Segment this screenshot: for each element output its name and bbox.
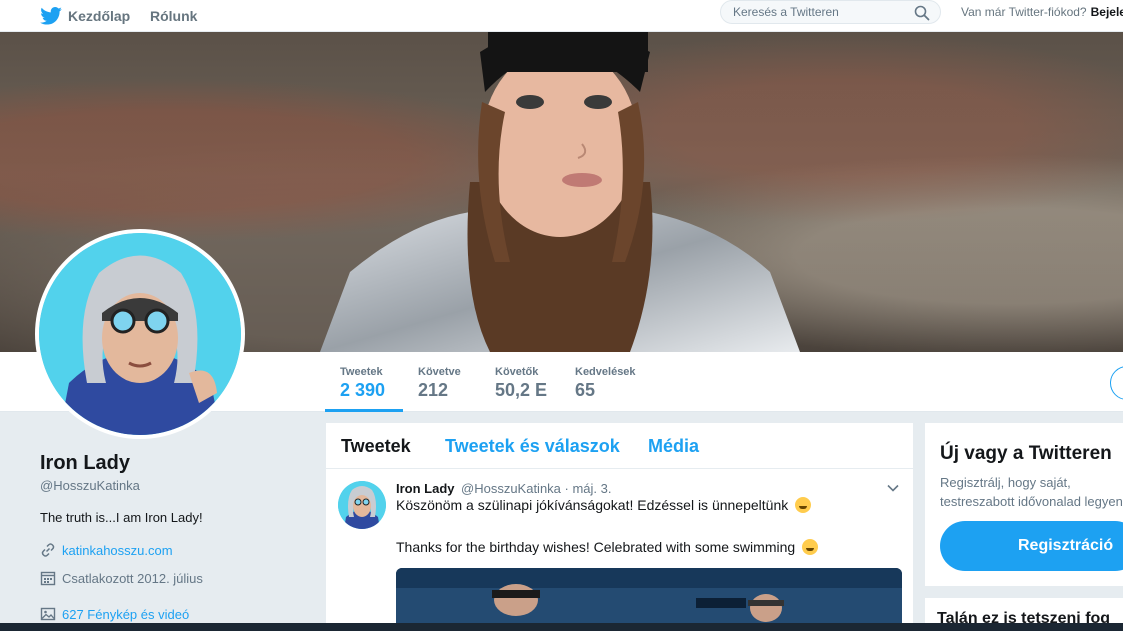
profile-bio: The truth is...I am Iron Lady! <box>40 510 203 525</box>
nav-home-label: Kezdőlap <box>68 8 131 24</box>
stat-followers[interactable]: Követők 50,2 E <box>495 352 547 412</box>
tweet-text-hu: Köszönöm a szülinapi jókívánságokat! Edz… <box>396 497 812 513</box>
link-icon <box>41 543 55 557</box>
login-prompt: Van már Twitter-fiókod? <box>961 5 1087 19</box>
calendar-icon <box>40 571 56 586</box>
nav-home[interactable]: Kezdőlap <box>40 0 130 32</box>
top-navigation-bar: Kezdőlap Rólunk Keresés a Twitteren Van … <box>0 0 1123 32</box>
login-hint: Van már Twitter-fiókod? Bejele <box>961 0 1123 24</box>
stat-following-label: Követve <box>418 366 461 378</box>
nav-about-label: Rólunk <box>150 8 198 24</box>
profile-website-label: katinkahosszu.com <box>62 542 173 558</box>
avatar-illustration <box>39 233 241 435</box>
tweet-avatar[interactable] <box>338 481 386 529</box>
hugging-face-emoji <box>802 539 819 555</box>
twitter-bird-icon <box>40 7 62 25</box>
stat-tweets[interactable]: Tweetek 2 390 <box>325 352 403 412</box>
profile-website[interactable]: katinkahosszu.com <box>40 542 173 558</box>
tweet-media-image[interactable] <box>396 568 902 631</box>
timeline-tabs: Tweetek Tweetek és válaszok Média <box>326 423 913 469</box>
profile-joined: Csatlakozott 2012. július <box>40 570 203 586</box>
signup-title: Új vagy a Twitteren <box>940 443 1112 464</box>
stat-tweets-label: Tweetek <box>340 366 383 378</box>
profile-media-link[interactable]: 627 Fénykép és videó <box>40 606 189 622</box>
profile-avatar[interactable] <box>35 229 245 439</box>
photo-icon <box>40 607 56 621</box>
tweet-author[interactable]: Iron Lady <box>396 481 455 496</box>
stat-likes-value: 65 <box>575 380 596 400</box>
profile-name[interactable]: Iron Lady <box>40 452 130 475</box>
hugging-face-emoji <box>795 497 812 513</box>
signup-card: Új vagy a Twitteren Regisztrálj, hogy sa… <box>925 423 1123 586</box>
profile-joined-label: Csatlakozott 2012. július <box>62 570 203 586</box>
stat-likes[interactable]: Kedvelések 65 <box>575 352 636 412</box>
avatar-image <box>39 233 241 435</box>
stat-likes-label: Kedvelések <box>575 366 636 378</box>
stat-followers-value: 50,2 E <box>495 380 548 400</box>
search-placeholder: Keresés a Twitteren <box>733 5 839 19</box>
profile-media-label: 627 Fénykép és videó <box>62 606 190 622</box>
tab-tweets-and-replies[interactable]: Tweetek és válaszok <box>445 436 620 457</box>
banner-portrait <box>320 32 800 352</box>
chevron-down-icon[interactable] <box>886 481 900 495</box>
signup-description: Regisztrálj, hogy saját, testreszabott i… <box>940 475 1123 509</box>
bottom-strip <box>0 623 1123 631</box>
tab-media[interactable]: Média <box>648 436 699 457</box>
tweet-media-photo <box>396 568 902 631</box>
tweet-text-en: Thanks for the birthday wishes! Celebrat… <box>396 539 819 555</box>
stat-followers-label: Követők <box>495 366 539 378</box>
signup-button[interactable]: Regisztráció <box>940 521 1123 571</box>
login-link[interactable]: Bejele <box>1091 5 1123 19</box>
signup-button-label: Regisztráció <box>1018 537 1114 554</box>
profile-card: Iron Lady @HosszuKatinka The truth is...… <box>0 412 310 631</box>
tweet-text-en-content: Thanks for the birthday wishes! Celebrat… <box>396 539 796 555</box>
tab-tweets[interactable]: Tweetek <box>341 436 411 457</box>
tweet-avatar-image <box>338 481 386 529</box>
profile-handle[interactable]: @HosszuKatinka <box>40 478 140 493</box>
stat-following[interactable]: Követve 212 <box>418 352 461 412</box>
search-icon[interactable] <box>914 5 930 21</box>
search-input[interactable]: Keresés a Twitteren <box>720 0 941 24</box>
tweet-text-hu-content: Köszönöm a szülinapi jókívánságokat! Edz… <box>396 497 789 513</box>
stat-tweets-value: 2 390 <box>340 380 386 400</box>
nav-about[interactable]: Rólunk <box>150 0 197 32</box>
stat-following-value: 212 <box>418 380 449 400</box>
tweet-meta[interactable]: @HosszuKatinka · máj. 3. <box>461 481 611 496</box>
